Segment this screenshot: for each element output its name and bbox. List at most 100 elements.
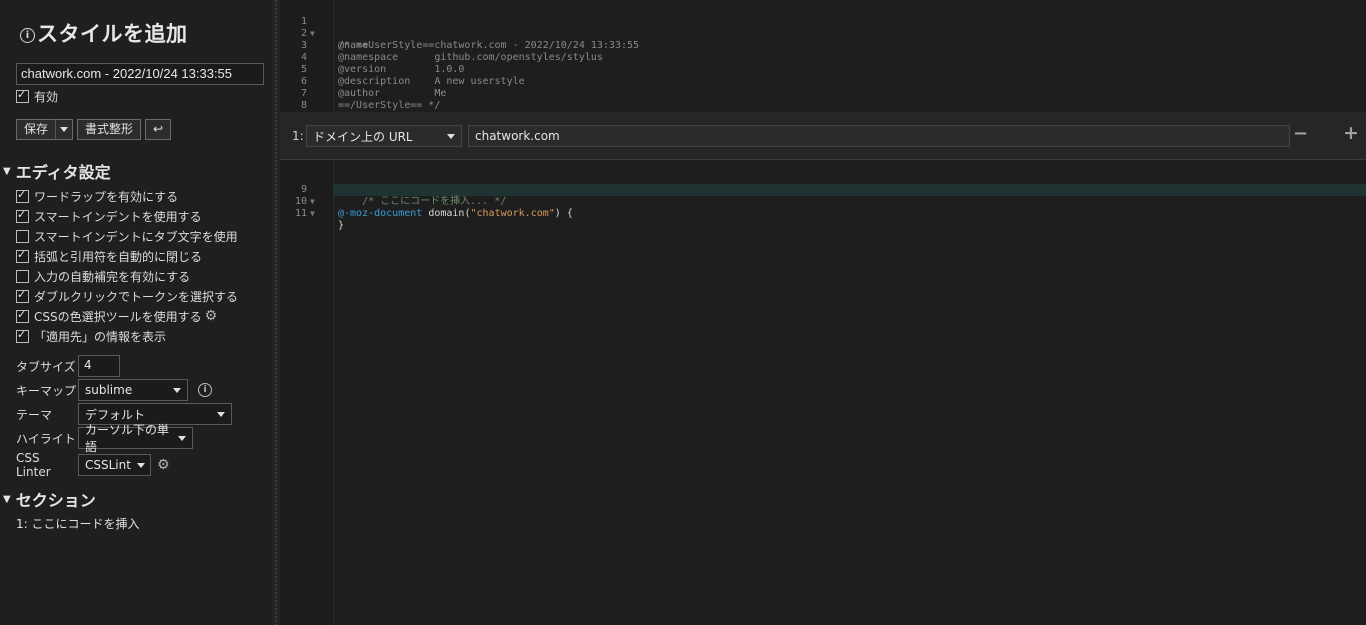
code-line[interactable]: 11 }: [280, 196, 1366, 231]
section-code-editor[interactable]: 9 ▼ @-moz-document domain("chatwork.com"…: [280, 160, 1366, 625]
code-line[interactable]: 3 @namespace github.com/openstyles/stylu…: [280, 28, 1366, 63]
chevron-down-icon: [60, 127, 69, 132]
highlight-select[interactable]: カーソル下の単語: [78, 423, 193, 454]
chevron-down-icon: [447, 133, 455, 139]
applies-type-select[interactable]: ドメイン上の URL: [306, 125, 462, 147]
option-colorpicker[interactable]: CSSの色選択ツールを使用する ⚙: [16, 306, 238, 326]
option-label: 入力の自動補完を有効にする: [34, 269, 191, 284]
option-label: ワードラップを有効にする: [34, 189, 179, 204]
checkbox[interactable]: [16, 269, 29, 283]
option-label: 「適用先」の情報を表示: [34, 329, 167, 344]
undo-button[interactable]: ↩: [145, 119, 172, 140]
info-icon[interactable]: i: [198, 383, 212, 397]
option-indent-with-tabs[interactable]: スマートインデントにタブ文字を使用: [16, 226, 238, 246]
option-applies-to-info[interactable]: 「適用先」の情報を表示: [16, 326, 238, 346]
theme-label: テーマ: [16, 407, 53, 422]
keymap-value: sublime: [85, 383, 133, 397]
collapse-triangle-icon: ▼: [3, 493, 11, 505]
beautify-button[interactable]: 書式整形: [77, 119, 142, 140]
collapse-triangle-icon: ▼: [3, 165, 11, 177]
code-function: domain(: [428, 208, 471, 219]
section-link[interactable]: 1: ここにコードを挿入: [16, 515, 140, 532]
code-text: }: [338, 220, 345, 231]
editor-area: 1 ▼ /* ==UserStyle== 2 @name chatwork.co…: [280, 0, 1366, 625]
tabsize-input[interactable]: 4: [78, 355, 120, 377]
editor-settings-title: エディタ設定: [15, 163, 111, 182]
option-label: CSSの色選択ツールを使用する: [34, 309, 202, 324]
editor-options: ワードラップを有効にする スマートインデントを使用する スマートインデントにタブ…: [16, 186, 238, 346]
code-punct: ) {: [554, 208, 573, 219]
remove-applies-button[interactable]: −: [1293, 123, 1308, 144]
chevron-down-icon: [217, 411, 225, 417]
tabsize-label: タブサイズ: [16, 359, 76, 374]
checkbox[interactable]: [16, 308, 29, 323]
linter-value: CSSLint: [85, 458, 131, 472]
option-wordwrap[interactable]: ワードラップを有効にする: [16, 186, 238, 206]
option-autocomplete[interactable]: 入力の自動補完を有効にする: [16, 266, 238, 286]
sections-title: セクション: [15, 491, 96, 510]
option-label: スマートインデントを使用する: [34, 209, 202, 224]
keymap-select[interactable]: sublime: [78, 379, 188, 401]
gear-icon[interactable]: ⚙: [157, 457, 170, 473]
applies-type-value: ドメイン上の URL: [313, 129, 413, 144]
action-buttons: 保存 書式整形 ↩: [16, 119, 175, 140]
code-line[interactable]: 4 @version 1.0.0: [280, 40, 1366, 75]
code-line[interactable]: 9 ▼ @-moz-document domain("chatwork.com"…: [280, 172, 1366, 219]
checkbox[interactable]: [16, 208, 29, 223]
save-button[interactable]: 保存: [16, 119, 57, 140]
code-string: "chatwork.com": [470, 208, 555, 219]
keymap-label: キーマップ: [16, 383, 77, 398]
chevron-down-icon: [178, 435, 186, 441]
code-line[interactable]: 5 @description A new userstyle: [280, 52, 1366, 87]
code-line[interactable]: 2 @name chatwork.com - 2022/10/24 13:33:…: [280, 16, 1366, 51]
gear-icon[interactable]: ⚙: [205, 308, 218, 324]
theme-value: デフォルト: [85, 407, 146, 422]
applies-to-bar: 1: ドメイン上の URL chatwork.com − +: [280, 112, 1366, 160]
resize-splitter[interactable]: [272, 0, 280, 625]
style-name-input[interactable]: chatwork.com - 2022/10/24 13:33:55: [16, 63, 264, 85]
option-auto-close-brackets[interactable]: 括弧と引用符を自動的に閉じる: [16, 246, 238, 266]
keymap-row: キーマップ sublime i: [16, 379, 212, 401]
checkbox[interactable]: [16, 328, 29, 343]
option-label: 括弧と引用符を自動的に閉じる: [34, 249, 203, 264]
checkbox[interactable]: [16, 288, 29, 303]
code-text: @-moz-document domain("chatwork.com") {: [338, 208, 573, 220]
code-line[interactable]: 6 @author Me: [280, 64, 1366, 99]
checkbox[interactable]: [16, 229, 29, 243]
option-smart-indent[interactable]: スマートインデントを使用する: [16, 206, 238, 226]
gutter-line: 10 ▼: [280, 184, 333, 218]
code-line[interactable]: 7 ==/UserStyle== */: [280, 76, 1366, 111]
highlight-label: ハイライト: [16, 431, 76, 446]
meta-code-editor[interactable]: 1 ▼ /* ==UserStyle== 2 @name chatwork.co…: [280, 0, 1366, 113]
checkbox[interactable]: [16, 248, 29, 263]
code-text: ==/UserStyle== */: [338, 100, 441, 111]
page-title: スタイルを追加: [37, 22, 188, 46]
save-dropdown-button[interactable]: [55, 119, 74, 140]
option-label: スマートインデントにタブ文字を使用: [34, 229, 238, 244]
option-label: ダブルクリックでトークンを選択する: [34, 289, 239, 304]
info-icon[interactable]: i: [20, 27, 35, 43]
editor-settings-heading[interactable]: ▼ エディタ設定: [3, 159, 111, 183]
linter-select[interactable]: CSSLint: [78, 454, 151, 476]
linter-row: CSS Linter CSSLint ⚙: [16, 451, 170, 479]
line-number: 11: [294, 208, 307, 219]
highlight-row: ハイライト カーソル下の単語: [16, 423, 193, 454]
code-line-active[interactable]: /* ここにコードを挿入... */: [333, 184, 1366, 207]
highlight-value: カーソル下の単語: [85, 423, 170, 454]
linter-label: CSS Linter: [16, 451, 51, 479]
enabled-checkbox-box[interactable]: [16, 88, 29, 103]
chevron-down-icon: [136, 462, 145, 468]
sections-heading[interactable]: ▼ セクション: [3, 487, 96, 511]
enabled-label: 有効: [34, 90, 59, 104]
checkbox[interactable]: [16, 188, 29, 203]
code-line[interactable]: 1 ▼ /* ==UserStyle==: [280, 4, 1366, 51]
applies-value-input[interactable]: chatwork.com: [468, 125, 1290, 147]
enabled-checkbox[interactable]: 有効: [16, 88, 58, 105]
chevron-down-icon: [173, 387, 181, 393]
add-applies-button[interactable]: +: [1343, 122, 1359, 144]
option-select-by-token[interactable]: ダブルクリックでトークンを選択する: [16, 286, 238, 306]
tabsize-row: タブサイズ 4: [16, 355, 120, 377]
code-line[interactable]: 8: [280, 88, 1366, 111]
title-row: i スタイルを追加: [20, 18, 188, 48]
line-number: 8: [300, 100, 307, 111]
